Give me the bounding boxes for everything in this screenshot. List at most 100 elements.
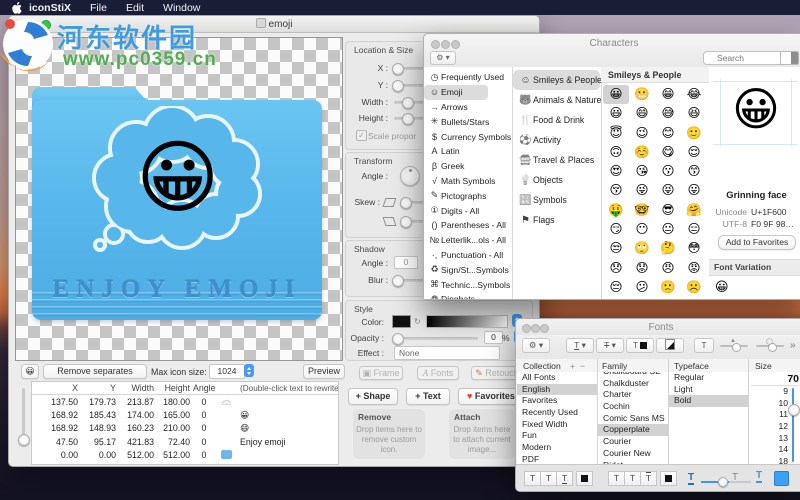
menu-window[interactable]: Window [163,2,200,14]
category-item[interactable]: ♻ Sign/St...Symbols [424,262,512,277]
refresh-icon[interactable]: ↻ [414,317,421,326]
attach-drop-area[interactable]: Attach Drop items here to attach current… [449,409,515,459]
underline-color-button[interactable] [576,471,593,486]
group-item[interactable]: ⚑ Flags [513,210,601,230]
remove-separates-button[interactable]: Remove separates [43,364,147,379]
emoji-cell[interactable]: 😔 [603,278,629,297]
shadow-blur-slider[interactable]: ◯ [756,345,784,347]
group-item[interactable]: 🔣 Symbols [513,190,601,210]
emoji-cell[interactable]: 😇 [603,124,629,143]
emoji-cell[interactable]: 😟 [629,259,655,278]
family-item[interactable]: Charter [598,389,668,401]
collection-item[interactable]: Modern [517,442,597,454]
emoji-cell[interactable]: 😚 [603,181,629,200]
emoji-cell[interactable]: 🙃 [603,143,629,162]
emoji-cell[interactable]: 😌 [681,143,707,162]
toolbar-overflow-button[interactable]: » [790,340,796,351]
collection-item[interactable]: Fixed Width [517,419,597,431]
emoji-cell[interactable]: 😳 [681,239,707,258]
width-slider-knob[interactable] [402,97,414,109]
emoji-cell[interactable]: 🙄 [629,239,655,258]
underline-menu-button[interactable]: T ▾ [566,338,594,353]
emoji-cell[interactable]: 🤑 [603,201,629,220]
size-item[interactable]: 11 [749,409,788,421]
emoji-cell[interactable]: 😛 [681,181,707,200]
frame-button[interactable]: ▣ Frame [359,366,403,380]
emoji-cell[interactable]: 😆 [681,104,707,123]
emoji-cell[interactable]: 😑 [681,220,707,239]
emoji-tool-button[interactable]: 😀 [21,364,39,379]
family-item[interactable]: Courier [598,436,668,448]
list-zoom-slider-knob[interactable] [18,434,30,446]
skew-h-slider-knob[interactable] [400,197,412,209]
font-variation-glyph[interactable]: 😀 [715,279,729,295]
characters-title-bar[interactable]: Characters ⚙ ▾ [424,34,800,68]
fonts-title-bar[interactable]: Fonts [516,319,800,336]
add-to-favorites-button[interactable]: Add to Favorites [718,235,796,250]
emoji-cell[interactable]: 😠 [655,259,681,278]
table-row[interactable]: 168.92148.93160.23210.00 0 😄 [32,422,338,435]
fonts-button[interactable]: A Fonts [417,366,459,380]
col-height[interactable]: Height [157,383,193,393]
category-item[interactable]: ·, Punctuation - All [424,248,512,263]
panel-toggle-icon[interactable] [780,51,799,65]
x-slider-knob[interactable] [392,63,404,75]
emoji-cell[interactable]: 🙁 [655,278,681,297]
strikethrough-menu-button[interactable]: T ▾ [596,338,624,353]
strike-none-button[interactable]: T [608,471,625,486]
table-row[interactable]: 137.50179.73213.87180.00 0 [32,395,338,408]
remove-drop-area[interactable]: Remove Drop items here to remove custom … [353,409,425,459]
table-row[interactable]: 0.000.00512.00512.00 0 [32,449,338,462]
collection-item[interactable]: English [517,384,597,396]
collection-item[interactable]: Fun [517,430,597,442]
preview-button[interactable]: Preview [303,364,345,379]
group-item[interactable]: 🚍 Travel & Places [513,150,601,170]
remove-collection-button[interactable]: − [580,361,585,371]
emoji-cell[interactable]: 😒 [603,239,629,258]
apple-icon[interactable] [12,2,22,14]
category-item[interactable]: √ Math Symbols [424,174,512,189]
emoji-cell[interactable]: 😋 [655,143,681,162]
emoji-cell[interactable]: 🤓 [629,201,655,220]
folder-caption[interactable]: Enjoy emoji [32,276,322,304]
group-item[interactable]: 🐻 Animals & Nature [513,90,601,110]
collection-item[interactable]: Recently Used [517,407,597,419]
size-item[interactable]: 10 [749,398,788,410]
gear-menu-button[interactable]: ⚙ ▾ [522,338,550,353]
category-item[interactable]: $ Currency Symbols [424,129,512,144]
group-item[interactable]: 🍴 Food & Drink [513,110,601,130]
typeface-item[interactable]: Bold [669,395,748,407]
menu-file[interactable]: File [90,2,107,14]
col-angle[interactable]: Angle [193,383,218,393]
category-item[interactable]: ☺ Emoji [424,85,488,100]
category-item[interactable]: A Latin [424,144,512,159]
add-text-button[interactable]: + Text [406,388,450,405]
text-shadow-button[interactable]: T [694,338,714,353]
emoji-cell[interactable]: 😁 [655,85,681,104]
table-row[interactable]: 168.92185.43174.00165.00 0 😀 [32,408,338,421]
color-well[interactable] [392,315,411,328]
col-x[interactable]: X [45,383,81,393]
color-gradient-slider[interactable] [426,315,508,328]
menu-app-name[interactable]: iconStiX [29,2,71,14]
size-field[interactable]: 70 [751,373,799,386]
strike-color-button[interactable] [660,471,677,486]
size-item[interactable]: 14 [749,444,788,456]
category-item[interactable]: № Letterlik...ols - All [424,233,512,248]
category-item[interactable]: ✎ Pictographs [424,188,512,203]
category-item[interactable]: β Greek [424,159,512,174]
group-item[interactable]: ☺ Smileys & People [513,70,600,90]
emoji-cell[interactable]: 😉 [629,124,655,143]
height-slider-knob[interactable] [402,113,414,125]
category-item[interactable]: ✳ Bullets/Stars [424,114,512,129]
family-item[interactable]: Copperplate [598,424,668,436]
emoji-cell[interactable]: ☹️ [681,278,707,297]
add-shape-button[interactable]: + Shape [348,388,398,405]
document-color-button[interactable] [656,338,684,353]
group-item[interactable]: 💡 Objects [513,170,601,190]
canvas-emoji[interactable]: 😀 [136,138,219,218]
emoji-cell[interactable]: 😕 [629,278,655,297]
max-icon-size-stepper[interactable] [244,364,254,377]
opacity-slider[interactable] [394,337,478,340]
icon-canvas[interactable]: 😀 Enjoy emoji [15,37,343,361]
